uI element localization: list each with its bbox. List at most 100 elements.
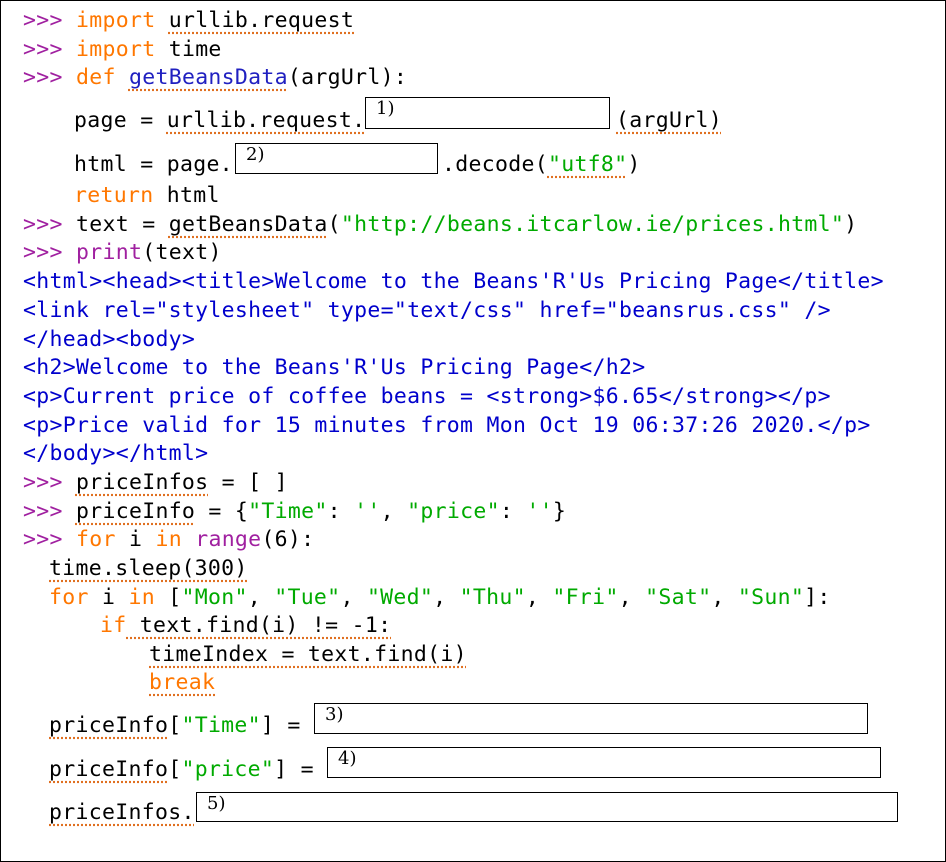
identifier: html [166,183,220,208]
blank-box-3[interactable]: 3) [314,703,868,734]
string-literal: "Time" [248,499,328,524]
list-literal: = [ ] [208,470,288,495]
blank-box-2[interactable]: 2) [235,143,438,174]
keyword: import [75,8,156,33]
comma: , [433,585,460,610]
module-ref: urllib.request. [166,108,366,133]
key-string: "Time" [181,713,261,738]
loop-var: i [88,585,129,610]
open-paren: ( [327,212,341,237]
code-line-19: time.sleep(300) [49,554,248,583]
string-literal: "utf8" [547,152,628,177]
bracket-open: [ [168,757,182,782]
day-string: "Mon" [181,585,248,610]
code-line-4-tail: (argUrl) [616,106,722,135]
url-string: "http://beans.itcarlow.ie/prices.html" [340,212,845,237]
blank-box-5[interactable]: 5) [196,792,898,822]
code-line-18: >>> for i in range(6): [23,525,314,554]
keyword: return [74,183,154,208]
comma: , [380,499,408,524]
function-name: getBeansData [128,65,288,90]
string-literal: '' [354,499,381,524]
keyword: import [75,37,156,62]
code-line-1: >>> import urllib.request [23,6,354,35]
keyword: for [49,585,89,610]
comma: , [340,585,367,610]
day-string: "Thu" [459,585,526,610]
identifier: priceInfos [75,470,209,495]
keyword: in [155,527,182,552]
comma: , [525,585,553,610]
assignment: timeIndex = text.find(i) [149,642,467,667]
prompt: >>> [23,527,76,552]
function-params: (argUrl): [287,65,408,90]
output-line-7: </body></html> [23,441,209,466]
blank-box-4[interactable]: 4) [327,747,881,778]
close-paren: ) [627,152,641,177]
day-string: "Tue" [274,585,341,610]
loop-var: i [115,527,156,552]
identifier: priceInfo [49,757,169,782]
prompt: >>> [23,499,76,524]
keyword: in [128,585,155,610]
string-literal: '' [526,499,553,524]
prompt: >>> [23,8,76,33]
blank-box-1[interactable]: 1) [365,97,610,129]
keyword: break [149,670,216,695]
code-line-25: priceInfo["price"] = [49,755,327,784]
blank-label-1: 1) [376,98,395,119]
brace-close: } [552,499,567,524]
module-name: urllib.request [168,8,355,33]
prompt: >>> [23,470,76,495]
colon: : [499,499,527,524]
code-line-17: >>> priceInfo = {"Time": '', "price": ''… [23,497,566,526]
condition: text.find(i) != -1: [126,613,392,638]
code-line-26: priceInfos. [49,798,195,827]
code-line-4: page = urllib.request. [74,106,365,135]
output-line-2: <link rel="stylesheet" type="text/css" h… [23,298,831,323]
code-line-6: return html [74,181,220,210]
call-args: (6): [261,527,315,552]
close-paren: ) [844,212,858,237]
comma: , [247,585,275,610]
assign-op: ] = [274,757,328,782]
blank-label-5: 5) [207,793,226,814]
keyword: def [75,65,116,90]
assignment: page = [74,108,167,133]
code-line-2: >>> import time [23,35,222,64]
day-string: "Sat" [645,585,712,610]
prompt: >>> [23,37,76,62]
prompt: >>> [23,65,76,90]
code-line-24: priceInfo["Time"] = [49,711,314,740]
blank-label-4: 4) [338,748,357,769]
prompt: >>> [23,212,76,237]
string-literal: "price" [407,499,500,524]
code-line-5-tail: .decode("utf8") [442,150,641,179]
blank-label-3: 3) [325,704,344,725]
colon: : [327,499,355,524]
code-line-8: >>> print(text) [23,238,222,267]
code-line-7: >>> text = getBeansData("http://beans.it… [23,210,857,239]
code-line-22: timeIndex = text.find(i) [149,640,467,669]
prompt: >>> [23,240,76,265]
comma: , [711,585,738,610]
day-string: "Wed" [366,585,434,610]
identifier: priceInfo [49,713,169,738]
module-name: time [168,37,222,62]
output-line-1: <html><head><title>Welcome to the Beans'… [23,269,884,294]
code-line-5: html = page. [74,150,233,179]
assign-op: ] = [260,713,314,738]
builtin-range: range [195,527,262,552]
assignment: html = page. [74,152,233,177]
code-line-16: >>> priceInfos = [ ] [23,468,288,497]
code-line-3: >>> def getBeansData(argUrl): [23,63,407,92]
code-line-23: break [149,668,215,697]
bracket-open: [ [154,585,182,610]
comma: , [618,585,646,610]
identifier: priceInfo [75,499,196,524]
call-args: (argUrl) [616,108,722,133]
code-listing: >>> import urllib.request >>> import tim… [0,0,946,862]
call-args: (text) [142,240,222,265]
day-string: "Fri" [552,585,619,610]
